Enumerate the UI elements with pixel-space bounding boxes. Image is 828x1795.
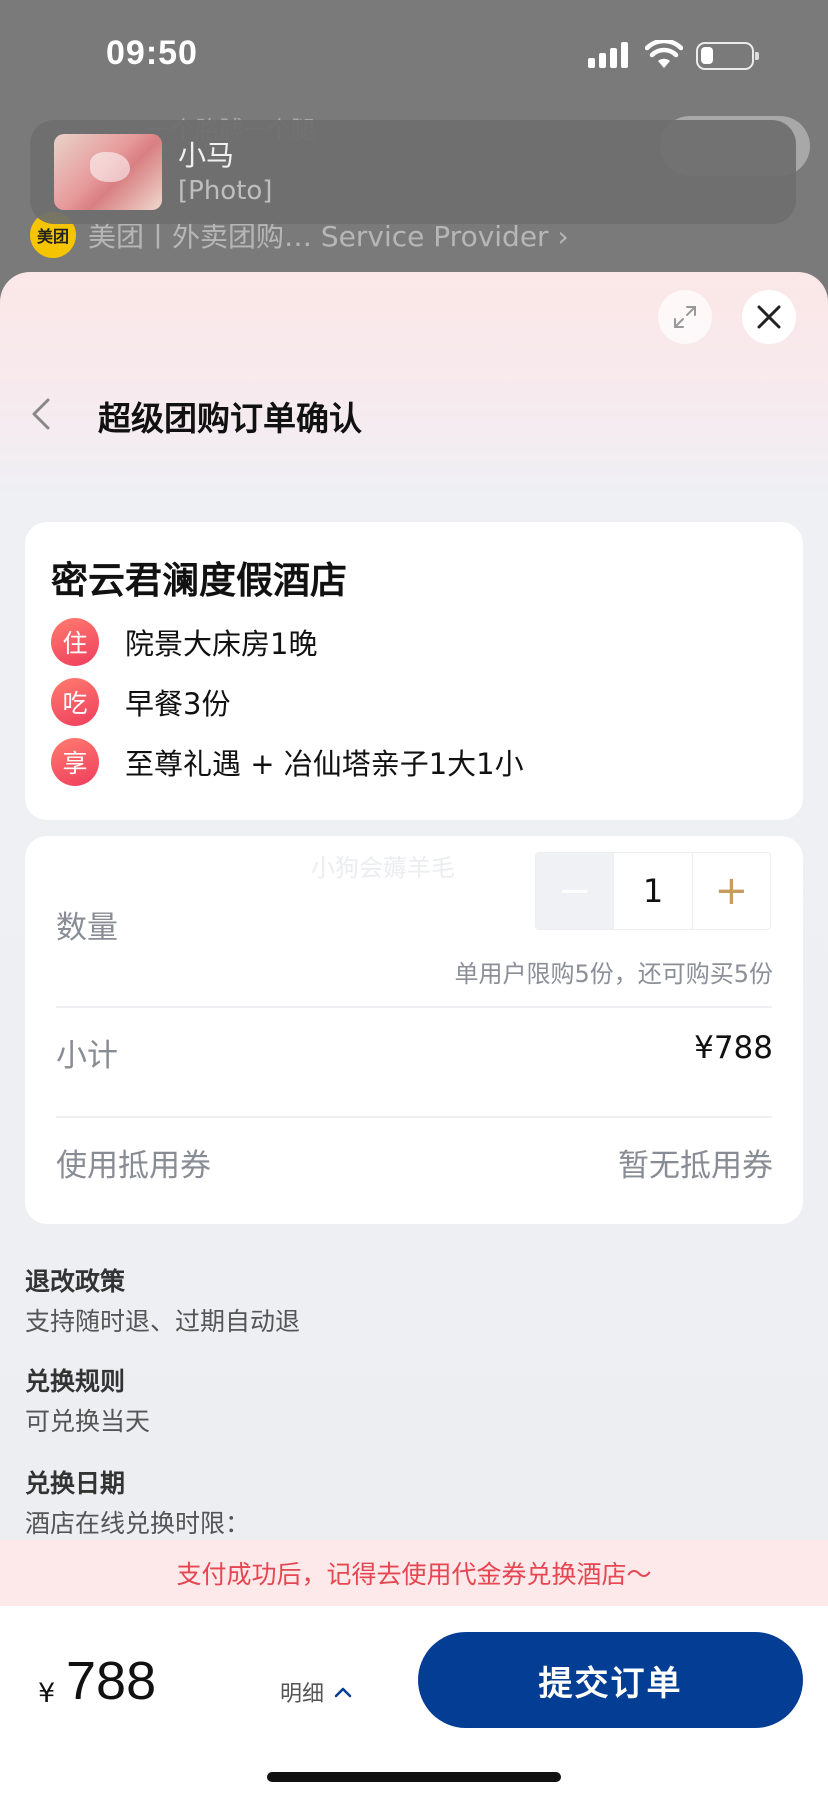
close-button[interactable]: [742, 290, 796, 344]
feature-badge: 吃: [51, 678, 99, 726]
notification-sender: 小马: [178, 139, 235, 172]
feature-row-perk: 享 至尊礼遇 + 冶仙塔亲子1大1小: [51, 738, 524, 786]
divider: [56, 1006, 772, 1008]
feature-row-meal: 吃 早餐3份: [51, 678, 230, 726]
back-arrow-icon[interactable]: [24, 394, 64, 434]
status-time: 09:50: [106, 34, 198, 72]
exchange-rule-text: 可兑换当天: [25, 1407, 151, 1436]
hotel-card: 密云君澜度假酒店 住 院景大床房1晚 吃 早餐3份 享 至尊礼遇 + 冶仙塔亲子…: [25, 522, 803, 820]
increase-button[interactable]: +: [693, 853, 770, 929]
price-detail-toggle[interactable]: 明细: [280, 1676, 352, 1708]
feature-row-stay: 住 院景大床房1晚: [51, 618, 317, 666]
payment-tip-bar: 支付成功后，记得去使用代金券兑换酒店～: [0, 1540, 828, 1606]
divider: [56, 1116, 772, 1118]
feature-text: 院景大床房1晚: [125, 627, 318, 661]
currency-symbol: ¥: [38, 1678, 56, 1709]
status-bar: 09:50: [0, 0, 828, 110]
quantity-stepper: − 1 +: [535, 852, 771, 930]
feature-badge: 享: [51, 738, 99, 786]
subtotal-label: 小计: [56, 1038, 118, 1074]
notification-message: [Photo]: [178, 176, 273, 206]
home-indicator[interactable]: [267, 1772, 561, 1782]
exchange-date-text: 酒店在线兑换时限：: [25, 1509, 251, 1538]
expand-icon: [674, 306, 696, 328]
detail-label: 明细: [280, 1682, 325, 1707]
purchase-limit-text: 单用户限购5份，还可购买5份: [454, 960, 773, 988]
page-title: 超级团购订单确认: [98, 399, 362, 438]
notification-photo-thumbnail: [54, 134, 162, 210]
expand-button[interactable]: [658, 290, 712, 344]
exchange-rule-title: 兑换规则: [25, 1367, 126, 1396]
order-detail-card: 小狗会薅羊毛 数量 − 1 + 单用户限购5份，还可购买5份 小计 ¥788 使…: [25, 836, 803, 1224]
feature-text: 至尊礼遇 + 冶仙塔亲子1大1小: [125, 747, 524, 781]
order-confirm-sheet: 超级团购订单确认 密云君澜度假酒店 住 院景大床房1晚 吃 早餐3份 享 至尊礼…: [0, 272, 828, 1795]
wifi-icon: [645, 40, 683, 68]
refund-policy-text: 支持随时退、过期自动退: [25, 1307, 301, 1336]
subtotal-value: ¥788: [694, 1030, 773, 1066]
refund-policy-title: 退改政策: [25, 1267, 126, 1296]
notification-banner[interactable]: 小马 [Photo]: [30, 120, 796, 224]
watermark-text: 小狗会薅羊毛: [311, 854, 455, 882]
feature-badge: 住: [51, 618, 99, 666]
feature-text: 早餐3份: [125, 687, 231, 721]
battery-icon: [696, 42, 759, 70]
decrease-button[interactable]: −: [536, 853, 614, 929]
total-price: 788: [66, 1651, 157, 1711]
quantity-label: 数量: [56, 910, 118, 946]
checkout-footer: ¥ 788 明细 提交订单: [0, 1606, 828, 1795]
coupon-value[interactable]: 暂无抵用券: [618, 1140, 773, 1185]
hotel-name: 密云君澜度假酒店: [51, 559, 347, 602]
close-icon: [757, 305, 781, 329]
chevron-up-icon: [334, 1687, 352, 1698]
submit-order-button[interactable]: 提交订单: [418, 1632, 803, 1728]
quantity-value[interactable]: 1: [613, 853, 693, 929]
exchange-date-title: 兑换日期: [25, 1469, 126, 1498]
cellular-signal-icon: [588, 42, 630, 68]
coupon-label: 使用抵用券: [56, 1148, 211, 1184]
